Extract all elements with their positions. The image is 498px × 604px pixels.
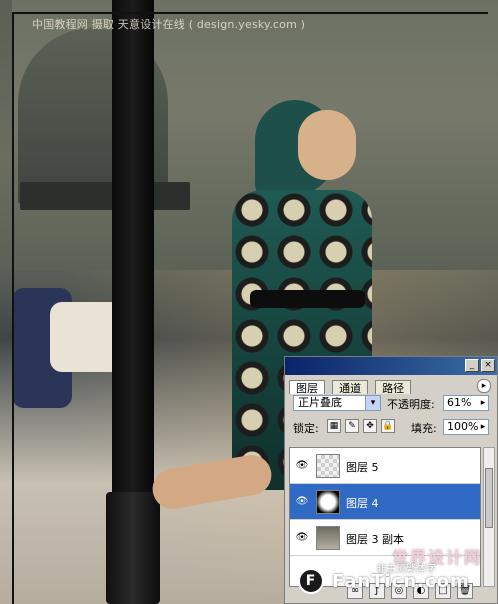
panel-menu-icon[interactable]: ▸ bbox=[477, 379, 491, 393]
layer-thumbnail bbox=[316, 454, 340, 478]
layer-thumbnail bbox=[316, 526, 340, 550]
tab-channels[interactable]: 通道 bbox=[332, 380, 369, 395]
fill-input[interactable]: 100% ▸ bbox=[443, 419, 489, 435]
panel-titlebar[interactable]: _ × bbox=[285, 357, 497, 375]
lock-transparent-icon[interactable]: ▦ bbox=[327, 419, 341, 433]
lock-icons: ▦ ✎ ✥ 🔒 bbox=[327, 419, 395, 433]
minimize-button[interactable]: _ bbox=[465, 359, 479, 372]
lock-label: 锁定: bbox=[293, 422, 319, 435]
brush-icon[interactable]: ✎ bbox=[345, 419, 359, 433]
chevron-down-icon[interactable]: ▾ bbox=[365, 396, 380, 410]
move-icon[interactable]: ✥ bbox=[363, 419, 377, 433]
layer-name: 图层 4 bbox=[346, 497, 379, 510]
chevron-right-icon[interactable]: ▸ bbox=[478, 396, 488, 410]
eye-icon[interactable]: 👁 bbox=[294, 531, 310, 545]
blend-mode-value: 正片叠底 bbox=[298, 396, 342, 409]
fill-value: 100% bbox=[447, 420, 479, 433]
layer-row-selected[interactable]: 👁 图层 4 bbox=[290, 484, 480, 520]
opacity-label: 不透明度: bbox=[387, 398, 435, 411]
site-badge: F FanTicn.com bbox=[298, 566, 470, 596]
eye-icon[interactable]: 👁 bbox=[294, 459, 310, 473]
panel-tabs: 图层 通道 路径 bbox=[289, 377, 413, 395]
opacity-input[interactable]: 61% ▸ bbox=[443, 395, 489, 411]
tab-layers[interactable]: 图层 bbox=[289, 380, 325, 395]
chevron-right-icon[interactable]: ▸ bbox=[478, 420, 488, 434]
screenshot-stage: 中国教程网 摄取 天意设计在线 ( design.yesky.com ) _ ×… bbox=[0, 0, 498, 604]
lock-icon[interactable]: 🔒 bbox=[381, 419, 395, 433]
watermark-text: 中国教程网 摄取 天意设计在线 ( design.yesky.com ) bbox=[32, 18, 306, 31]
layers-scrollbar[interactable] bbox=[483, 447, 495, 587]
eye-icon[interactable]: 👁 bbox=[294, 495, 310, 509]
blend-mode-select[interactable]: 正片叠底 ▾ bbox=[293, 395, 381, 411]
opacity-value: 61% bbox=[447, 396, 472, 409]
close-button[interactable]: × bbox=[481, 359, 495, 372]
site-logo-text: FanTicn.com bbox=[332, 570, 470, 592]
lock-fill-row: 锁定: ▦ ✎ ✥ 🔒 填充: 100% ▸ bbox=[293, 419, 491, 437]
blend-opacity-row: 正片叠底 ▾ 不透明度: 61% ▸ bbox=[293, 395, 491, 413]
fill-label: 填充: bbox=[411, 422, 437, 435]
layer-thumbnail bbox=[316, 490, 340, 514]
scroll-thumb[interactable] bbox=[485, 468, 493, 528]
layer-row[interactable]: 👁 图层 5 bbox=[290, 448, 480, 484]
tab-paths[interactable]: 路径 bbox=[375, 380, 412, 395]
layer-name: 图层 5 bbox=[346, 461, 379, 474]
site-logo: F bbox=[298, 568, 324, 594]
